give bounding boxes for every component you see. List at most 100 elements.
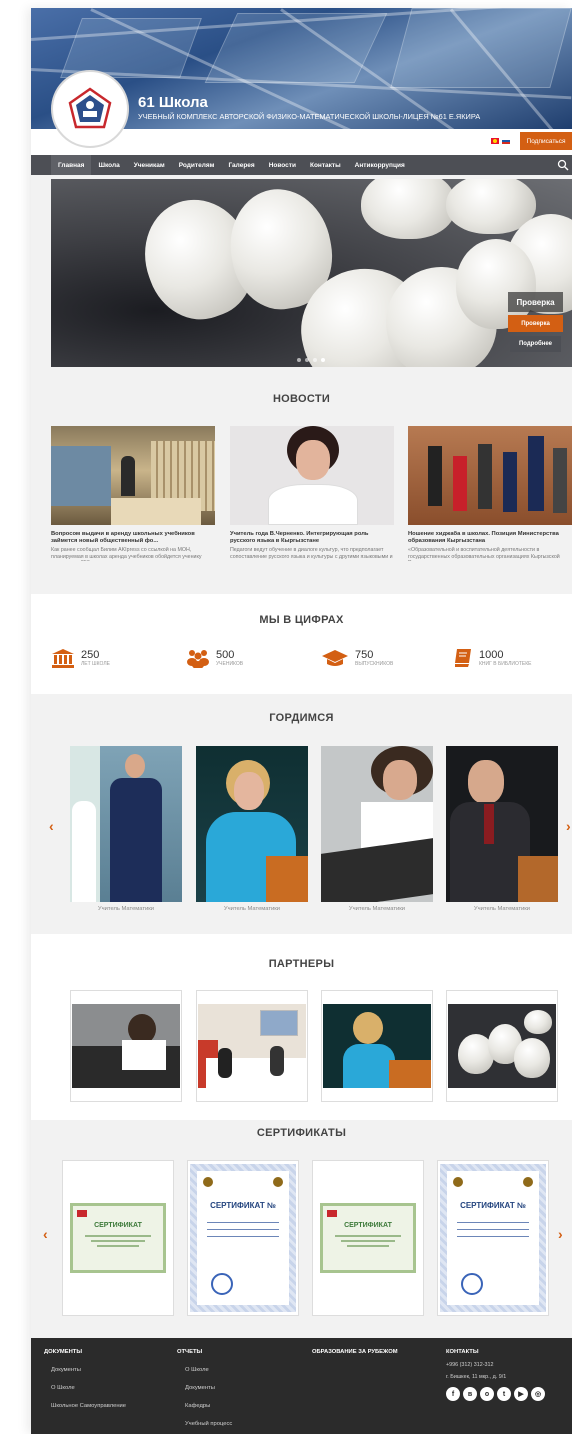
footer-link[interactable]: Кафедры [185, 1403, 210, 1409]
slide-primary-button[interactable]: Проверка [508, 315, 563, 332]
book-icon [455, 649, 471, 667]
proud-photo[interactable] [196, 746, 308, 902]
certificate-heading: СЕРТИФИКАТ [94, 1222, 142, 1229]
partner-logo[interactable] [446, 990, 558, 1102]
nav-item-news[interactable]: Новости [262, 155, 303, 175]
russian-flag-icon[interactable] [502, 138, 510, 144]
news-card[interactable]: Вопросом выдачи в аренду школьных учебни… [51, 426, 215, 561]
school-emblem-icon [68, 87, 112, 129]
news-image[interactable] [51, 426, 215, 525]
proud-prev-arrow-icon[interactable]: ‹ [49, 818, 54, 834]
partners-heading: ПАРТНЕРЫ [268, 958, 335, 970]
museum-icon [52, 649, 74, 668]
news-heading: НОВОСТИ [272, 393, 331, 405]
slider-pagination [297, 358, 325, 362]
certificate-card[interactable]: СЕРТИФИКАТ № [187, 1160, 299, 1316]
news-excerpt: «Образовательной и воспитательной деятел… [408, 547, 560, 561]
partner-logo[interactable] [321, 990, 433, 1102]
proud-caption: Учитель Математики [348, 906, 406, 912]
footer-column-title: КОНТАКТЫ [446, 1349, 479, 1355]
site-title[interactable]: 61 Школа [138, 94, 208, 111]
proud-heading: ГОРДИМСЯ [269, 712, 334, 724]
proud-photo[interactable] [70, 746, 182, 902]
stat-value: 250 [81, 648, 100, 661]
cert-next-arrow-icon[interactable]: › [558, 1226, 563, 1242]
news-card[interactable]: Учитель года В.Черненко. Интегрирующая р… [230, 426, 394, 561]
news-title[interactable]: Учитель года В.Черненко. Интегрирующая р… [230, 531, 394, 545]
footer-column-title: ДОКУМЕНТЫ [44, 1349, 83, 1355]
twitter-icon[interactable]: t [497, 1387, 511, 1401]
stat-books: 1000 КНИГ В БИБЛИОТЕКЕ [453, 648, 532, 668]
proud-caption: Учитель Математики [223, 906, 281, 912]
cert-prev-arrow-icon[interactable]: ‹ [43, 1226, 48, 1242]
site-subtitle: УЧЕБНЫЙ КОМПЛЕКС АВТОРСКОЙ ФИЗИКО-МАТЕМА… [138, 112, 481, 121]
footer-link[interactable]: О Школе [51, 1385, 75, 1391]
stat-label: УЧЕНИКОВ [216, 660, 244, 667]
proud-next-arrow-icon[interactable]: › [566, 818, 571, 834]
nav-item-parents[interactable]: Родителям [172, 155, 222, 175]
slider-dot-active[interactable] [321, 358, 325, 362]
news-card[interactable]: Ношение хиджаба в школах. Позиция Минист… [408, 426, 572, 561]
certificate-card[interactable]: СЕРТИФИКАТ [312, 1160, 424, 1316]
main-navigation: Главная Школа Ученикам Родителям Галерея… [31, 155, 572, 175]
site-footer [31, 1338, 572, 1434]
vk-icon[interactable]: в [463, 1387, 477, 1401]
stats-heading: МЫ В ЦИФРАХ [259, 614, 344, 626]
certificates-heading: СЕРТИФИКАТЫ [256, 1127, 347, 1139]
news-title[interactable]: Ношение хиджаба в школах. Позиция Минист… [408, 531, 572, 545]
slide-egg [361, 179, 456, 239]
subscribe-button[interactable]: Подписаться [520, 132, 572, 150]
school-logo[interactable] [51, 70, 129, 148]
nav-item-anticorruption[interactable]: Антикоррупция [348, 155, 412, 175]
footer-link[interactable]: Документы [185, 1385, 215, 1391]
certificate-heading: СЕРТИФИКАТ [344, 1222, 392, 1229]
news-image[interactable] [230, 426, 394, 525]
slider-dot[interactable] [313, 358, 317, 362]
youtube-icon[interactable]: ▶ [514, 1387, 528, 1401]
odnoklassniki-icon[interactable]: o [480, 1387, 494, 1401]
kyrgyz-flag-icon[interactable] [491, 138, 499, 144]
nav-item-school[interactable]: Школа [91, 155, 126, 175]
stat-value: 750 [355, 648, 374, 661]
facebook-icon[interactable]: f [446, 1387, 460, 1401]
proud-photo[interactable] [446, 746, 558, 902]
news-image[interactable] [408, 426, 572, 525]
nav-item-students[interactable]: Ученикам [127, 155, 172, 175]
partner-logo[interactable] [70, 990, 182, 1102]
stat-value: 500 [216, 648, 235, 661]
slider-dot[interactable] [305, 358, 309, 362]
slide-caption: Проверка [508, 292, 563, 312]
search-icon[interactable] [557, 159, 569, 171]
hero-slider[interactable] [51, 179, 572, 367]
partner-logo[interactable] [196, 990, 308, 1102]
instagram-icon[interactable]: ◎ [531, 1387, 545, 1401]
contact-phone[interactable]: +996 (312) 312-312 [446, 1362, 494, 1368]
news-title[interactable]: Вопросом выдачи в аренду школьных учебни… [51, 531, 215, 545]
stat-label: ЛЕТ ШКОЛЕ [81, 660, 110, 667]
footer-column-title[interactable]: ОБРАЗОВАНИЕ ЗА РУБЕЖОМ [312, 1349, 398, 1355]
footer-link[interactable]: О Школе [185, 1367, 209, 1373]
footer-link[interactable]: Школьное Самоуправление [51, 1403, 126, 1409]
nav-item-contacts[interactable]: Контакты [303, 155, 348, 175]
stat-value: 1000 [479, 648, 504, 661]
footer-column-title: ОТЧЕТЫ [177, 1349, 203, 1355]
certificate-card[interactable]: СЕРТИФИКАТ [62, 1160, 174, 1316]
contact-address: г. Бишкек, 11 мкр., д. 9/1 [446, 1374, 507, 1380]
slide-more-button[interactable]: Подробнее [510, 336, 561, 352]
news-excerpt: Как ранее сообщал Билим AKIpress со ссыл… [51, 547, 202, 561]
stat-years: 250 ЛЕТ ШКОЛЕ [51, 648, 110, 668]
footer-link[interactable]: Учебный процесс [185, 1421, 232, 1427]
stat-label: КНИГ В БИБЛИОТЕКЕ [479, 660, 532, 667]
social-links: f в o t ▶ ◎ [446, 1387, 545, 1401]
proud-photo[interactable] [321, 746, 433, 902]
nav-item-gallery[interactable]: Галерея [221, 155, 261, 175]
stat-graduates: 750 ВЫПУСКНИКОВ [321, 648, 393, 668]
footer-link[interactable]: Документы [51, 1367, 81, 1373]
certificate-card[interactable]: СЕРТИФИКАТ № [437, 1160, 549, 1316]
nav-item-home[interactable]: Главная [51, 155, 92, 175]
proud-caption: Учитель Математики [473, 906, 531, 912]
stats-section [31, 594, 572, 694]
slider-dot[interactable] [297, 358, 301, 362]
news-excerpt: Педагоги ведут обучение в диалоге культу… [230, 547, 393, 561]
graduation-cap-icon [322, 650, 348, 666]
